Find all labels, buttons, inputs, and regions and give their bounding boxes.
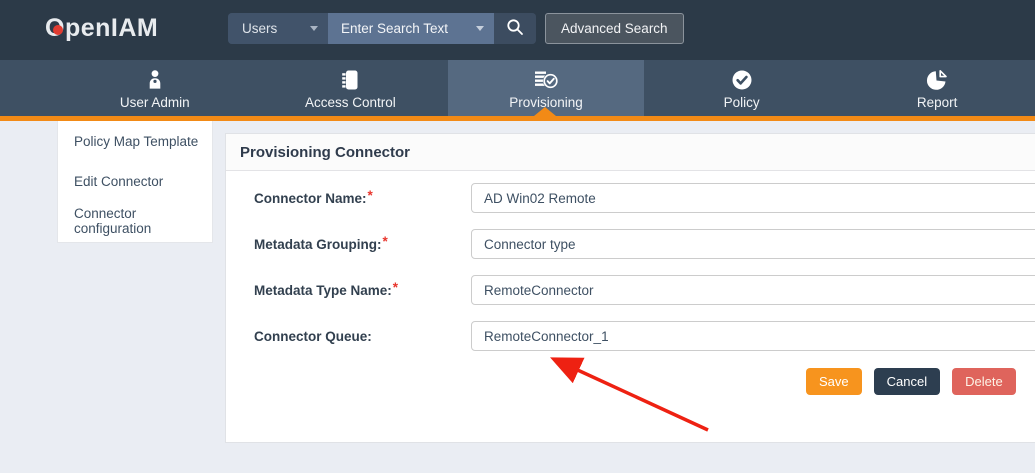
search-placeholder: Enter Search Text [341, 21, 448, 36]
advanced-search-button[interactable]: Advanced Search [545, 13, 684, 44]
metadata-grouping-input[interactable] [471, 229, 1035, 259]
chevron-down-icon [476, 26, 484, 31]
tab-label: User Admin [120, 95, 190, 110]
openiam-logo[interactable]: OpenIAM [45, 14, 158, 46]
form-row: Metadata Grouping:* [226, 229, 1035, 259]
main-navbar: User Admin Access Control [0, 60, 1035, 116]
search-group: Users Enter Search Text [228, 13, 536, 44]
selected-tab-notch [534, 107, 556, 116]
form-row: Connector Queue: [226, 321, 1035, 351]
connector-name-label: Connector Name:* [226, 191, 471, 206]
search-button[interactable] [494, 13, 536, 44]
form-buttons: Save Cancel Delete [806, 368, 1035, 395]
search-scope-select[interactable]: Users [228, 13, 328, 44]
provisioning-connector-card: Provisioning Connector Connector Name:* … [225, 133, 1035, 443]
search-icon [506, 18, 524, 39]
required-asterisk: * [368, 188, 373, 203]
page-title: Provisioning Connector [240, 144, 410, 161]
connector-form: Connector Name:* Metadata Grouping:* Met… [226, 171, 1035, 395]
topbar: OpenIAM Users Enter Search Text Advanced… [0, 0, 1035, 60]
tab-access-control[interactable]: Access Control [253, 60, 449, 116]
form-row: Metadata Type Name:* [226, 275, 1035, 305]
sidebar-item-policy-map-template[interactable]: Policy Map Template [58, 121, 212, 161]
logo-dot [53, 25, 63, 35]
delete-button[interactable]: Delete [952, 368, 1016, 395]
required-asterisk: * [393, 280, 398, 295]
connector-name-input[interactable] [471, 183, 1035, 213]
report-icon [925, 66, 949, 92]
save-button[interactable]: Save [806, 368, 862, 395]
tab-report[interactable]: Report [839, 60, 1035, 116]
card-header: Provisioning Connector [226, 134, 1035, 171]
tab-label: Report [917, 95, 958, 110]
connector-queue-input[interactable] [471, 321, 1035, 351]
tab-label: Access Control [305, 95, 396, 110]
cancel-button[interactable]: Cancel [874, 368, 940, 395]
user-admin-icon [143, 66, 167, 92]
search-scope-value: Users [242, 21, 277, 36]
sidebar-item-connector-configuration[interactable]: Connector configuration [58, 201, 212, 241]
chevron-down-icon [310, 26, 318, 31]
metadata-type-name-label: Metadata Type Name:* [226, 283, 471, 298]
tab-policy[interactable]: Policy [644, 60, 840, 116]
search-input[interactable]: Enter Search Text [328, 13, 494, 44]
form-row: Connector Name:* [226, 183, 1035, 213]
connector-queue-label: Connector Queue: [226, 329, 471, 344]
metadata-type-name-input[interactable] [471, 275, 1035, 305]
metadata-grouping-label: Metadata Grouping:* [226, 237, 471, 252]
tab-user-admin[interactable]: User Admin [57, 60, 253, 116]
provisioning-icon [533, 66, 559, 92]
sidebar-item-edit-connector[interactable]: Edit Connector [58, 161, 212, 201]
required-asterisk: * [383, 234, 388, 249]
access-control-icon [338, 66, 362, 92]
sidebar: Policy Map Template Edit Connector Conne… [57, 121, 213, 243]
policy-icon [730, 66, 754, 92]
tab-label: Policy [724, 95, 760, 110]
